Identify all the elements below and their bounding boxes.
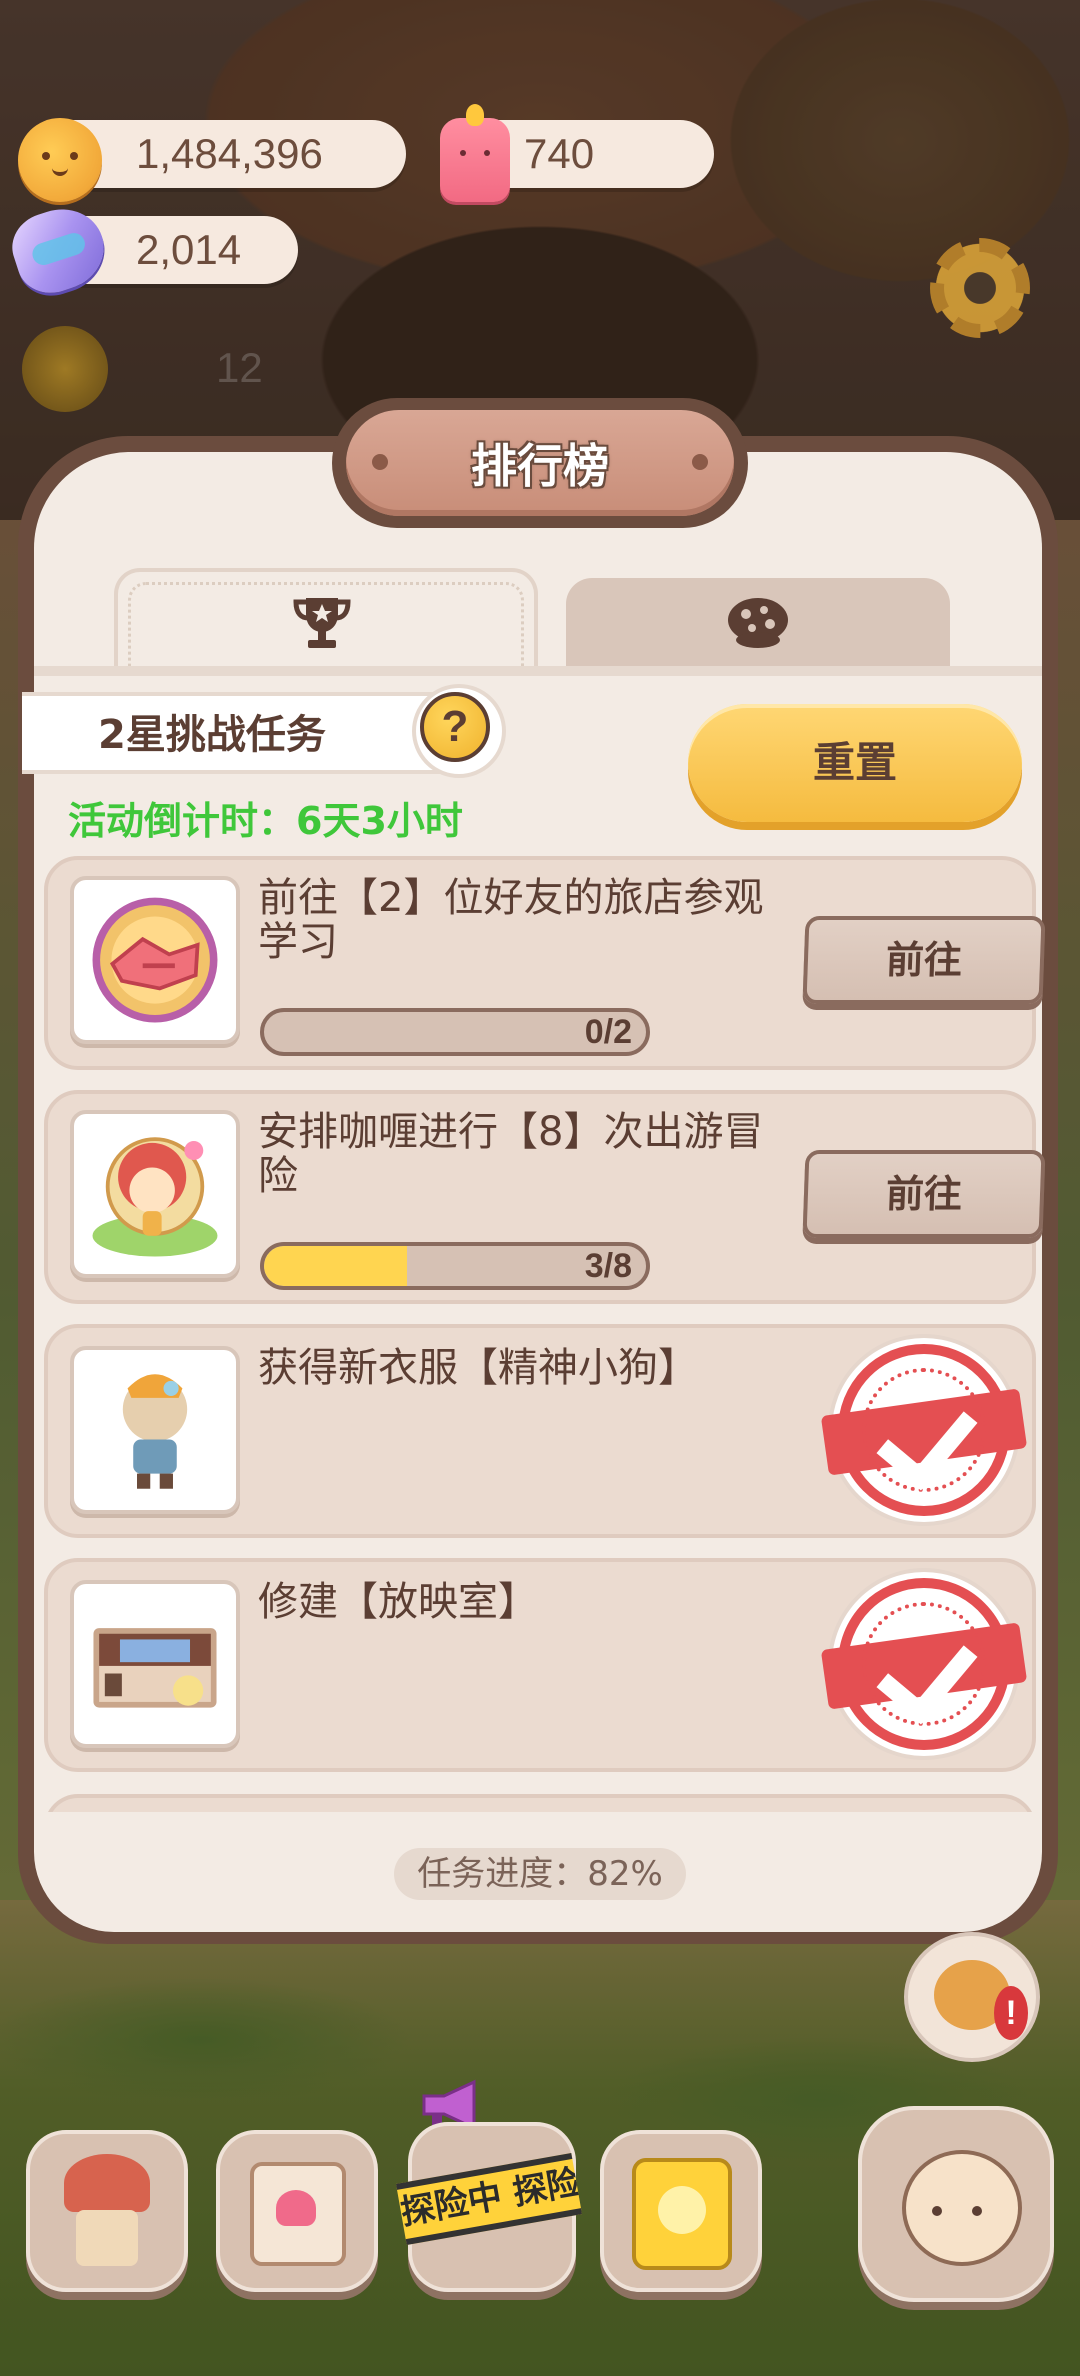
mission-label: 2星挑战任务 [98, 712, 326, 758]
event-countdown: 活动倒计时：6天3小时 [68, 799, 463, 843]
task-thumbnail [70, 1346, 240, 1514]
cookie-currency-icon [18, 118, 102, 202]
help-button[interactable]: ? [420, 692, 490, 762]
cinema-room-icon [93, 1628, 217, 1708]
cookie-count: 1,484,396 [136, 130, 323, 177]
girl-adventure-icon [92, 1137, 218, 1257]
gear-icon[interactable] [930, 238, 1030, 338]
candle-count: 740 [524, 130, 595, 177]
tab-divider [34, 666, 1042, 676]
nav-diary-button[interactable] [216, 2130, 378, 2292]
task-thumbnail [70, 1580, 240, 1748]
nav-pet-button[interactable] [858, 2106, 1054, 2302]
nav-house-button[interactable] [26, 2130, 188, 2292]
completed-stamp-icon [838, 1344, 1010, 1516]
cookie-tab-icon [728, 598, 788, 648]
go-button[interactable]: 前往 [802, 1150, 1046, 1238]
task-progress-bar: 0/2 [260, 1008, 650, 1056]
panel-title: 排行榜 [471, 439, 609, 493]
trophy-icon [293, 598, 351, 648]
gem-count: 2,014 [136, 226, 242, 273]
task-title: 修建【放映室】 [258, 1579, 538, 1625]
task-progress-text: 0/2 [584, 1013, 632, 1051]
candle-currency-icon [440, 104, 510, 202]
task-thumbnail [70, 876, 240, 1044]
task-progress-fill [264, 1246, 408, 1286]
dog-outfit-icon [122, 1374, 188, 1489]
panel-bottom-fade [34, 1812, 1042, 1852]
task-title: 获得新衣服【精神小狗】 [258, 1345, 698, 1391]
handshake-badge-icon [92, 897, 218, 1023]
background-count: 12 [216, 344, 263, 391]
go-button[interactable]: 前往 [802, 916, 1046, 1004]
task-progress-text: 3/8 [584, 1247, 632, 1285]
reset-button[interactable]: 重置 [688, 704, 1022, 822]
task-title: 安排咖喱进行【8】次出游冒险 [258, 1109, 764, 1199]
task-title: 前往【2】位好友的旅店参观学习 [258, 875, 764, 965]
completed-stamp-icon [838, 1578, 1010, 1750]
task-thumbnail [70, 1110, 240, 1278]
overall-progress: 任务进度：82% [394, 1848, 686, 1900]
nav-shop-button[interactable] [600, 2130, 762, 2292]
notification-bubble-icon[interactable] [904, 1932, 1040, 2062]
sun-icon [22, 326, 108, 412]
task-progress-bar: 3/8 [260, 1242, 650, 1290]
